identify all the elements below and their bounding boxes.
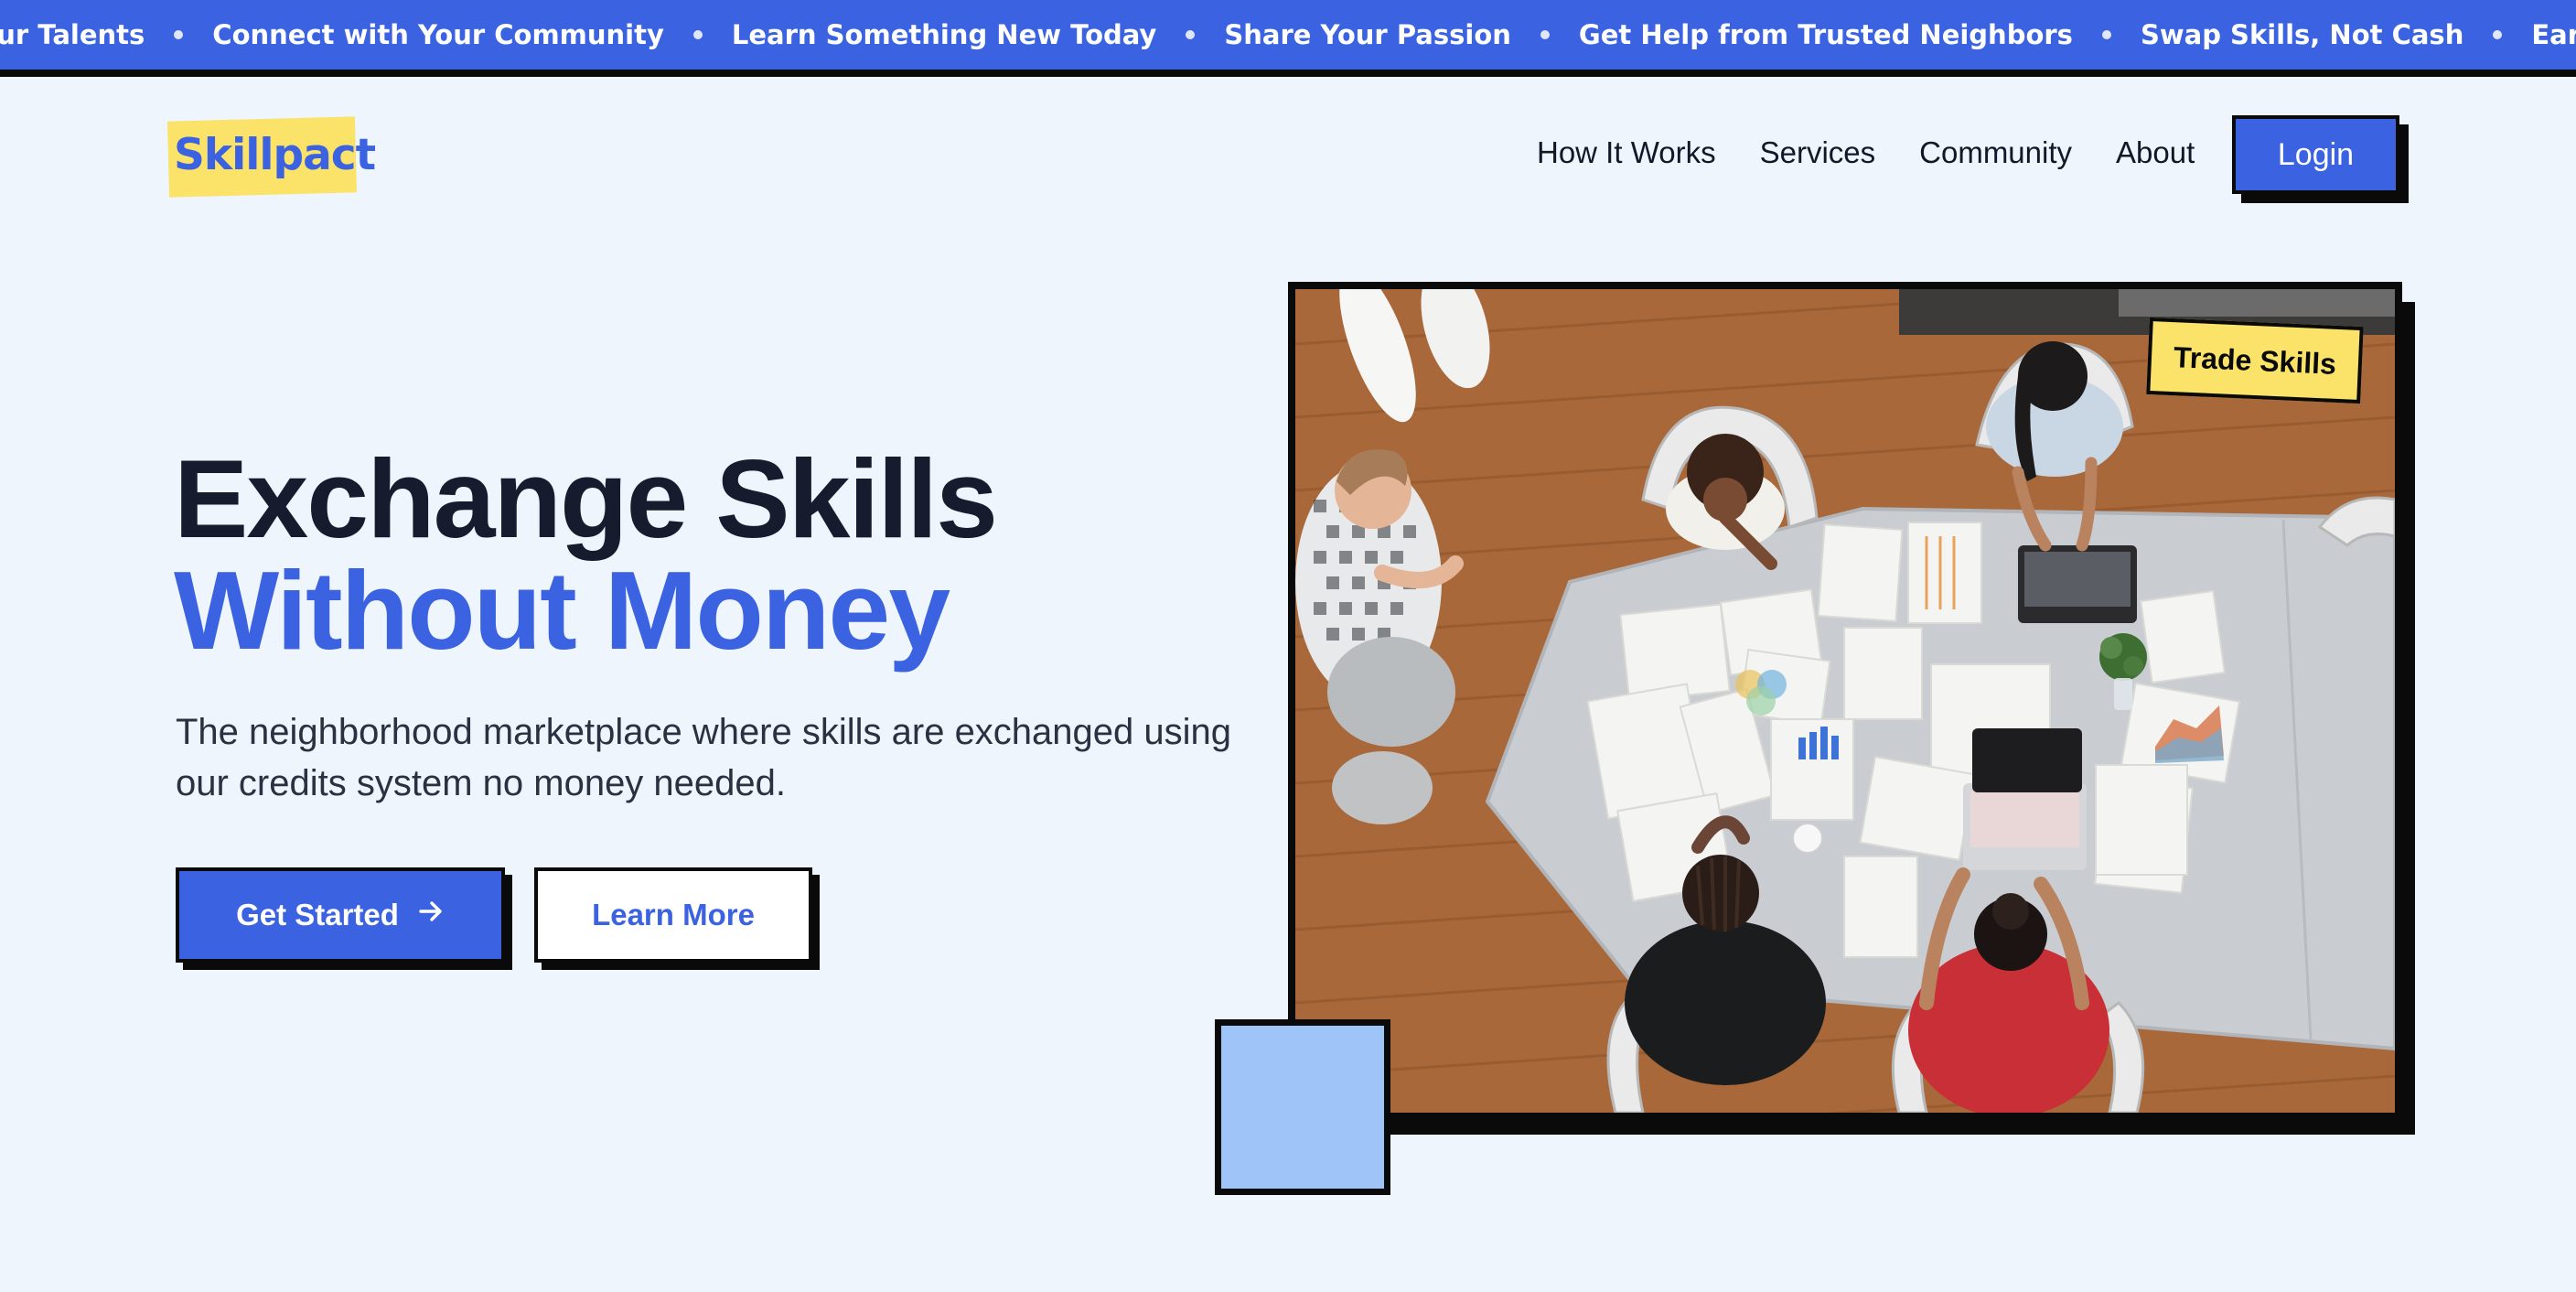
hero-title-line2: Without Money [174,548,950,673]
decorative-square [1215,1019,1390,1195]
nav-services[interactable]: Services [1760,135,1876,170]
marquee-item: Your Talents [0,19,145,50]
main-nav: How It Works Services Community About [1537,135,2195,170]
marquee-item: Share Your Passion [1224,19,1511,50]
nav-community[interactable]: Community [1919,135,2072,170]
trade-skills-tag: Trade Skills [2146,317,2364,404]
marquee-track: Your Talents Connect with Your Community… [0,0,2576,70]
hero-subtitle: The neighborhood marketplace where skill… [176,712,1232,803]
marquee-item: Learn Something New Today [731,19,1157,50]
marquee-item: Get Help from Trusted Neighbors [1578,19,2073,50]
hero-image [1288,282,2402,1120]
marquee-item: Swap Skills, Not Cash [2140,19,2464,50]
bullet-dot-icon [2101,30,2111,39]
bullet-dot-icon [1540,30,1550,39]
bullet-dot-icon [174,30,184,39]
get-started-label: Get Started [236,898,399,931]
bullet-dot-icon [2493,30,2503,39]
marquee-item: Connect with Your Community [212,19,664,50]
learn-more-button[interactable]: Learn More [534,867,812,963]
marquee-item: Earn Credits for Your Talents [2531,19,2576,50]
announcement-marquee: Your Talents Connect with Your Community… [0,0,2576,77]
nav-how-it-works[interactable]: How It Works [1537,135,1716,170]
login-button[interactable]: Login [2232,115,2399,194]
bullet-dot-icon [1186,30,1196,39]
nav-about[interactable]: About [2116,135,2195,170]
arrow-right-icon [417,898,445,932]
get-started-button[interactable]: Get Started [176,867,505,963]
bullet-dot-icon [692,30,703,39]
hero-title-line1: Exchange Skills [174,436,998,561]
logo[interactable]: Skillpact [174,128,376,183]
